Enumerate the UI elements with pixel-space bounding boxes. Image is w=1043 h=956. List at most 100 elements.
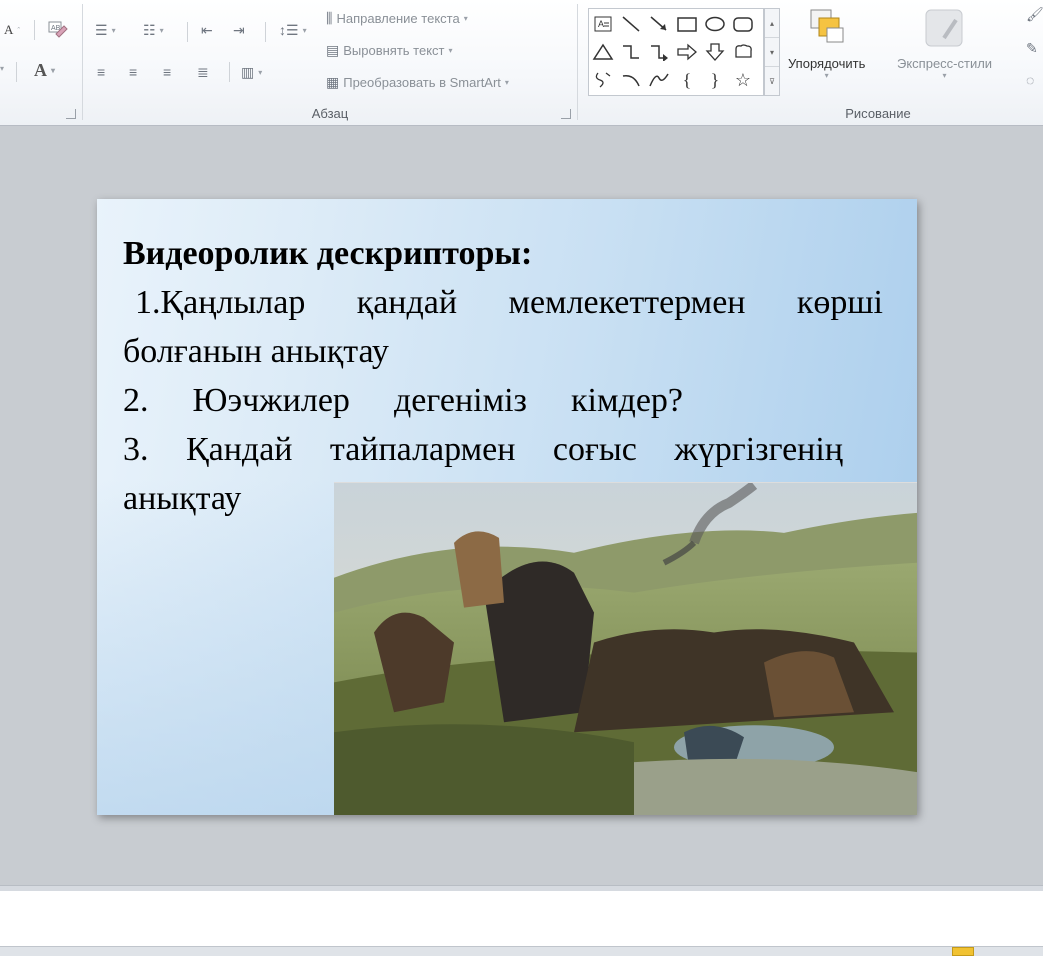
increase-indent-icon: ⇥ <box>233 22 245 38</box>
columns-icon: ▥ <box>241 64 255 80</box>
grow-font-button[interactable]: Aˆ <box>4 22 20 38</box>
align-right-button[interactable]: ≡ <box>163 64 171 80</box>
columns-button[interactable]: ▥ ▾ <box>241 64 262 81</box>
clear-formatting-button[interactable]: AB <box>46 20 68 42</box>
font-color-button[interactable]: A ▾ <box>34 60 55 81</box>
curve-shape-icon[interactable] <box>647 67 671 93</box>
drawing-group-label: Рисование <box>845 106 911 121</box>
effects-icon: ◌ <box>1026 72 1035 88</box>
chevron-down-icon: ▾ <box>111 26 116 35</box>
quick-styles-button[interactable]: Экспресс-стили ▾ <box>897 6 992 80</box>
chevron-down-icon: ▾ <box>504 78 509 87</box>
numbering-button[interactable]: ☷ ▾ <box>143 22 164 39</box>
rounded-rectangle-shape-icon[interactable] <box>731 11 755 37</box>
divider <box>187 22 188 42</box>
arrow-shape-icon[interactable] <box>647 11 671 37</box>
justify-button[interactable]: ≣ <box>197 64 209 81</box>
bullets-button[interactable]: ☰ ▾ <box>95 22 116 39</box>
superscript-caret-icon: ˆ <box>17 25 21 35</box>
freeform-shape-icon[interactable] <box>591 67 615 93</box>
left-brace-shape-icon[interactable]: { <box>675 67 699 93</box>
right-brace-shape-icon[interactable]: } <box>703 67 727 93</box>
align-left-button[interactable]: ≡ <box>97 64 105 80</box>
scroll-up-icon[interactable]: ▴ <box>765 9 779 38</box>
convert-smartart-button[interactable]: ▦ Преобразовать в SmartArt ▾ <box>326 74 509 91</box>
shapes-gallery-scroll[interactable]: ▴ ▾ ⊽ <box>764 8 780 96</box>
align-right-icon: ≡ <box>163 64 172 80</box>
chevron-down-icon: ▾ <box>463 14 468 23</box>
increase-indent-button[interactable]: ⇥ <box>233 22 245 39</box>
chevron-down-icon: ▾ <box>448 46 453 55</box>
font-group: Aˆ AB ▾ A ▾ <box>0 0 82 125</box>
descriptor-item-3: 3. Қандай тайпалармен соғыс жүргізгенің <box>123 431 843 468</box>
arrange-button[interactable]: Упорядочить ▾ <box>788 6 865 80</box>
status-bar <box>0 947 1043 956</box>
paint-bucket-icon: 🖌 <box>1026 6 1043 22</box>
paragraph-group: ☰ ▾ ☷ ▾ ⇤ ⇥ ↕☰ ▾ ≡ ≡ ≡ ≣ ▥ ▾ ⫼ Направление т… <box>83 0 577 125</box>
descriptor-item-1-continued: болғанын анықтау <box>123 333 389 370</box>
slide[interactable]: Видеоролик дескрипторы: 1.Қаңлылар қанда… <box>97 199 917 815</box>
elbow-arrow-shape-icon[interactable] <box>647 39 671 65</box>
arc-shape-icon[interactable] <box>619 67 643 93</box>
align-center-button[interactable]: ≡ <box>129 64 137 80</box>
line-spacing-icon: ↕☰ <box>279 22 299 38</box>
chevron-down-icon: ▾ <box>824 71 829 80</box>
oval-shape-icon[interactable] <box>703 11 727 37</box>
right-arrow-shape-icon[interactable] <box>675 39 699 65</box>
line-spacing-button[interactable]: ↕☰ ▾ <box>279 22 307 39</box>
chevron-down-icon: ▾ <box>258 68 263 77</box>
decrease-indent-icon: ⇤ <box>201 22 213 38</box>
chevron-down-icon: ▾ <box>159 26 164 35</box>
paragraph-dialog-launcher[interactable] <box>561 109 571 119</box>
align-text-icon: ▤ <box>326 42 340 58</box>
font-size-caret-button[interactable]: ▾ <box>0 64 4 73</box>
more-shapes-icon[interactable]: ⊽ <box>765 67 779 96</box>
callout-shape-icon[interactable] <box>731 39 755 65</box>
chevron-down-icon: ▾ <box>51 66 56 75</box>
align-center-icon: ≡ <box>129 64 138 80</box>
chevron-down-icon: ▾ <box>302 26 307 35</box>
align-left-icon: ≡ <box>97 64 106 80</box>
shape-effects-button[interactable]: ◌ <box>1026 72 1034 88</box>
rectangle-shape-icon[interactable] <box>675 11 699 37</box>
star-shape-icon[interactable]: ☆ <box>731 67 755 93</box>
divider <box>34 20 35 40</box>
text-direction-icon: ⫼ <box>326 10 333 26</box>
bullets-icon: ☰ <box>95 22 108 38</box>
shape-fill-button[interactable]: 🖌 <box>1026 6 1043 23</box>
battle-illustration[interactable] <box>334 482 917 815</box>
pencil-icon: ✎ <box>1026 40 1038 56</box>
smartart-icon: ▦ <box>326 74 340 90</box>
slide-text-box[interactable]: Видеоролик дескрипторы: 1.Қаңлылар қанда… <box>123 229 883 523</box>
chevron-down-icon: ▾ <box>942 71 947 80</box>
shapes-gallery[interactable]: A { } ☆ <box>588 8 764 96</box>
justify-icon: ≣ <box>197 64 209 80</box>
down-arrow-shape-icon[interactable] <box>703 39 727 65</box>
descriptor-item-1: 1.Қаңлылар қандай мемлекеттермен көрші <box>135 284 883 321</box>
elbow-connector-shape-icon[interactable] <box>619 39 643 65</box>
arrange-icon <box>810 9 844 43</box>
svg-text:A: A <box>598 19 604 29</box>
chevron-down-icon: ▾ <box>0 64 5 73</box>
quick-styles-icon <box>925 9 963 47</box>
notes-view-icon[interactable] <box>952 947 974 956</box>
slide-title: Видеоролик дескрипторы: <box>123 235 533 272</box>
text-box-shape-icon[interactable]: A <box>591 11 615 37</box>
notes-pane[interactable] <box>0 891 1043 947</box>
clear-formatting-icon: AB <box>48 21 68 38</box>
divider <box>265 22 266 42</box>
paragraph-group-label: Абзац <box>311 106 349 121</box>
divider <box>16 62 17 82</box>
font-dialog-launcher[interactable] <box>66 109 76 119</box>
ribbon: Aˆ AB ▾ A ▾ ☰ ▾ ☷ ▾ ⇤ ⇥ ↕☰ ▾ ≡ ≡ ≡ ≣ ▥ ▾… <box>0 0 1043 126</box>
decrease-indent-button[interactable]: ⇤ <box>201 22 213 39</box>
descriptor-item-2: 2. Юэчжилер дегеніміз кімдер? <box>123 382 683 419</box>
triangle-shape-icon[interactable] <box>591 39 615 65</box>
scroll-down-icon[interactable]: ▾ <box>765 38 779 67</box>
line-shape-icon[interactable] <box>619 11 643 37</box>
shape-outline-button[interactable]: ✎ <box>1026 40 1038 57</box>
align-text-button[interactable]: ▤ Выровнять текст ▾ <box>326 42 453 59</box>
numbering-icon: ☷ <box>143 22 156 38</box>
text-direction-button[interactable]: ⫼ Направление текста ▾ <box>326 10 468 27</box>
divider <box>229 62 230 82</box>
